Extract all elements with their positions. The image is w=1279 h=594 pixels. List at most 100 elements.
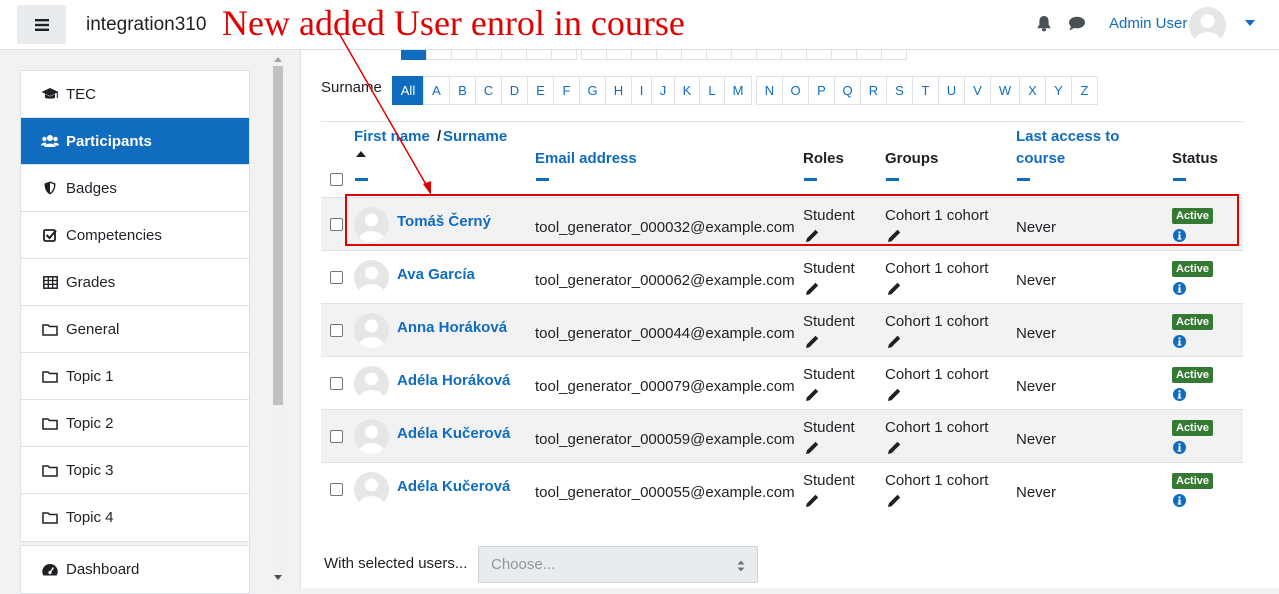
enrolment-info-icon[interactable]: [1173, 335, 1186, 348]
initial-button[interactable]: B: [449, 76, 476, 105]
row-checkbox[interactable]: [330, 218, 343, 231]
last-access-sort-link-line2[interactable]: course: [1016, 150, 1065, 167]
user-role: Student: [803, 313, 855, 330]
user-avatar[interactable]: [354, 260, 389, 295]
bell-icon[interactable]: [1036, 15, 1052, 32]
site-name-link[interactable]: integration310: [86, 14, 206, 36]
initial-button[interactable]: S: [886, 76, 913, 105]
chat-icon[interactable]: [1068, 16, 1086, 31]
initial-button[interactable]: P: [808, 76, 835, 105]
user-avatar[interactable]: [354, 313, 389, 348]
user-name-link[interactable]: Adéla Kučerová: [397, 425, 510, 442]
initial-button[interactable]: O: [782, 76, 809, 105]
edit-roles-pencil-icon[interactable]: [805, 441, 819, 455]
initial-button[interactable]: Y: [1045, 76, 1072, 105]
surname-initials-bar: All A B C D E F G H I J K L M N O P Q R …: [392, 76, 1103, 105]
nav-item-competencies[interactable]: Competencies: [21, 212, 249, 259]
nav-item-topic-3[interactable]: Topic 3: [21, 447, 249, 494]
initial-button[interactable]: Z: [1071, 76, 1098, 105]
nav-item-topic-4[interactable]: Topic 4: [21, 494, 249, 541]
initial-button[interactable]: W: [990, 76, 1020, 105]
initial-button[interactable]: D: [501, 76, 528, 105]
initial-button[interactable]: T: [912, 76, 939, 105]
initial-button[interactable]: G: [579, 76, 606, 105]
edit-roles-pencil-icon[interactable]: [805, 388, 819, 402]
initial-button[interactable]: I: [631, 76, 652, 105]
edit-roles-pencil-icon[interactable]: [805, 335, 819, 349]
enrolment-info-icon[interactable]: [1173, 441, 1186, 454]
nav-item-topic-2[interactable]: Topic 2: [21, 400, 249, 447]
scroll-down-arrow-icon[interactable]: [274, 575, 282, 580]
edit-groups-pencil-icon[interactable]: [887, 335, 901, 349]
user-menu-name[interactable]: Admin User: [1109, 15, 1187, 32]
last-access-sort-link[interactable]: Last access to: [1016, 128, 1119, 145]
initial-button[interactable]: V: [964, 76, 991, 105]
collapse-column-icon[interactable]: [1173, 178, 1186, 181]
row-checkbox[interactable]: [330, 430, 343, 443]
edit-groups-pencil-icon[interactable]: [887, 388, 901, 402]
nav-item-tec[interactable]: TEC: [21, 71, 249, 118]
initial-button[interactable]: K: [674, 76, 700, 105]
select-all-checkbox[interactable]: [330, 173, 343, 186]
initial-button[interactable]: L: [699, 76, 725, 105]
annotation-text: New added User enrol in course: [222, 3, 685, 43]
initial-button[interactable]: F: [553, 76, 580, 105]
user-avatar[interactable]: [354, 419, 389, 454]
scroll-up-arrow-icon[interactable]: [274, 57, 282, 62]
collapse-column-icon[interactable]: [355, 178, 368, 181]
user-avatar[interactable]: [1189, 7, 1226, 44]
initial-all-button[interactable]: All: [392, 76, 424, 105]
user-avatar[interactable]: [354, 366, 389, 401]
user-name-link[interactable]: Ava García: [397, 266, 475, 283]
initial-button[interactable]: U: [938, 76, 965, 105]
nav-item-grades[interactable]: Grades: [21, 259, 249, 306]
enrolment-info-icon[interactable]: [1173, 388, 1186, 401]
initial-button[interactable]: E: [527, 76, 554, 105]
edit-groups-pencil-icon[interactable]: [887, 441, 901, 455]
surname-sort-link[interactable]: Surname: [443, 128, 507, 145]
initial-button[interactable]: C: [475, 76, 502, 105]
user-menu-caret-icon[interactable]: [1245, 20, 1255, 26]
row-checkbox[interactable]: [330, 483, 343, 496]
initial-button[interactable]: A: [423, 76, 450, 105]
user-name-link[interactable]: Adéla Horáková: [397, 372, 510, 389]
initial-button[interactable]: R: [860, 76, 887, 105]
nav-item-badges[interactable]: Badges: [21, 165, 249, 212]
email-sort-link[interactable]: Email address: [535, 150, 637, 167]
menu-toggle-button[interactable]: [17, 5, 66, 44]
default-avatar-icon: [358, 266, 385, 295]
edit-roles-pencil-icon[interactable]: [805, 494, 819, 508]
last-access: Never: [1016, 378, 1057, 395]
row-checkbox[interactable]: [330, 324, 343, 337]
nav-item-general[interactable]: General: [21, 306, 249, 353]
initial-button[interactable]: H: [605, 76, 632, 105]
enrolment-info-icon[interactable]: [1173, 494, 1186, 507]
nav-item-label: Grades: [66, 273, 116, 291]
scrollbar-thumb[interactable]: [273, 66, 283, 405]
edit-roles-pencil-icon[interactable]: [805, 282, 819, 296]
firstname-sort-link[interactable]: First name: [354, 128, 430, 145]
user-group: Cohort 1 cohort: [885, 313, 989, 330]
nav-item-dashboard[interactable]: Dashboard: [21, 546, 249, 593]
initial-button[interactable]: M: [724, 76, 752, 105]
user-name-link[interactable]: Adéla Kučerová: [397, 478, 510, 495]
initial-button[interactable]: N: [756, 76, 783, 105]
row-checkbox[interactable]: [330, 377, 343, 390]
collapse-column-icon[interactable]: [886, 178, 899, 181]
initial-button[interactable]: J: [651, 76, 675, 105]
nav-item-participants[interactable]: Participants: [21, 118, 249, 165]
nav-item-label: Dashboard: [66, 561, 140, 578]
row-checkbox[interactable]: [330, 271, 343, 284]
nav-item-topic-1[interactable]: Topic 1: [21, 353, 249, 400]
collapse-column-icon[interactable]: [1017, 178, 1030, 181]
collapse-column-icon[interactable]: [804, 178, 817, 181]
edit-groups-pencil-icon[interactable]: [887, 282, 901, 296]
initial-button[interactable]: Q: [834, 76, 861, 105]
collapse-column-icon[interactable]: [536, 178, 549, 181]
bulk-action-select[interactable]: Choose...: [478, 546, 758, 583]
edit-groups-pencil-icon[interactable]: [887, 494, 901, 508]
enrolment-info-icon[interactable]: [1173, 282, 1186, 295]
user-name-link[interactable]: Anna Horáková: [397, 319, 507, 336]
initial-button[interactable]: X: [1019, 76, 1046, 105]
user-avatar[interactable]: [354, 472, 389, 507]
